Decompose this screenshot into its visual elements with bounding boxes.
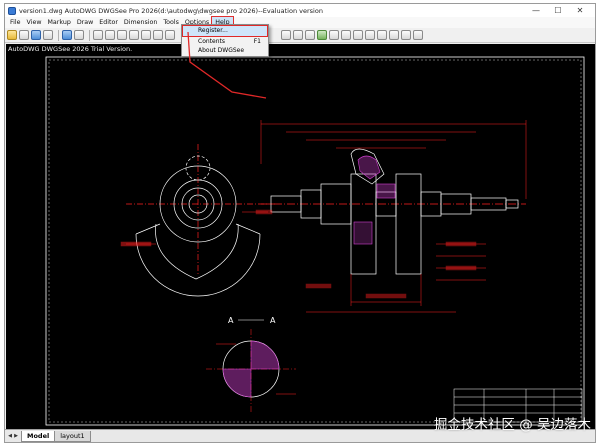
arrow-right-icon[interactable] [74,30,84,40]
crankshaft-front-view [261,148,526,275]
trial-version-notice: AutoDWG DWGSee 2026 Trial Version. [8,45,133,53]
menu-item-register[interactable]: Register... [182,25,268,37]
save-icon[interactable] [31,30,41,40]
window-title: version1.dwg AutoDWG DWGSee Pro 2026(d:\… [19,6,323,15]
minimize-button[interactable]: — [525,4,547,17]
menu-file[interactable]: File [7,17,24,28]
callout-icon[interactable] [353,30,363,40]
section-a-a: A A [206,316,296,412]
toolbar [5,28,595,43]
menu-dimension[interactable]: Dimension [121,17,160,28]
menu-tools[interactable]: Tools [160,17,182,28]
menu-bar: File View Markup Draw Editor Dimension T… [5,16,595,29]
color-pencil-icon[interactable] [317,30,327,40]
next-tab-icon[interactable]: ▶ [13,433,19,439]
register-label: Register... [198,27,228,34]
about-label: About DWGSee [198,47,245,54]
app-window: version1.dwg AutoDWG DWGSee Pro 2026(d:\… [4,3,596,443]
tab-layout1[interactable]: layout1 [54,431,91,442]
print-preview-icon[interactable] [43,30,53,40]
menu-view[interactable]: View [24,17,45,28]
line-weight-icon[interactable] [293,30,303,40]
drawing-canvas[interactable]: AutoDWG DWGSee 2026 Trial Version. A A [6,44,595,429]
svg-text:A: A [228,316,234,325]
watermark: 掘金技术社区 @ 吴边落木 [433,417,591,433]
tab-model[interactable]: Model [21,431,56,442]
menu-item-about[interactable]: About DWGSee [183,46,267,56]
front-view-hatch [353,155,396,245]
menu-editor[interactable]: Editor [96,17,121,28]
text-style-icon[interactable] [281,30,291,40]
contents-label: Contents [198,38,225,45]
zoom-in-icon[interactable] [117,30,127,40]
toolbar-separator [89,29,90,41]
app-icon [8,6,16,15]
zoom-realtime-icon[interactable] [105,30,115,40]
compare-icon[interactable] [401,30,411,40]
pan-hand-icon[interactable] [93,30,103,40]
cad-drawing: A A [45,56,585,426]
line-type-icon[interactable] [305,30,315,40]
zoom-extents-icon[interactable] [153,30,163,40]
drawing-inner-border [48,59,582,423]
arc-icon[interactable] [329,30,339,40]
print-icon[interactable] [19,30,29,40]
monitor-icon[interactable] [62,30,72,40]
zoom-window-icon[interactable] [141,30,151,40]
tab-navigation: ◀ ▶ [7,430,19,442]
menu-draw[interactable]: Draw [74,17,96,28]
close-button[interactable]: ✕ [569,4,591,17]
maximize-button[interactable]: ☐ [547,4,569,17]
text-tool-icon[interactable] [341,30,351,40]
menu-markup[interactable]: Markup [45,17,74,28]
zoom-previous-icon[interactable] [165,30,175,40]
side-view-dimensions [120,211,268,247]
toolbar-separator [58,29,59,41]
layers-icon[interactable] [377,30,387,40]
open-folder-icon[interactable] [7,30,17,40]
svg-text:A: A [270,316,276,325]
window-controls: — ☐ ✕ [525,4,591,17]
help-icon[interactable] [413,30,423,40]
measure-icon[interactable] [389,30,399,40]
title-bar: version1.dwg AutoDWG DWGSee Pro 2026(d:\… [5,4,595,17]
crankshaft-side-view [126,144,276,297]
help-dropdown-menu: Register... Contents F1 About DWGSee [181,24,269,57]
zoom-out-icon[interactable] [129,30,139,40]
drawing-border [45,56,585,426]
grid-icon[interactable] [365,30,375,40]
